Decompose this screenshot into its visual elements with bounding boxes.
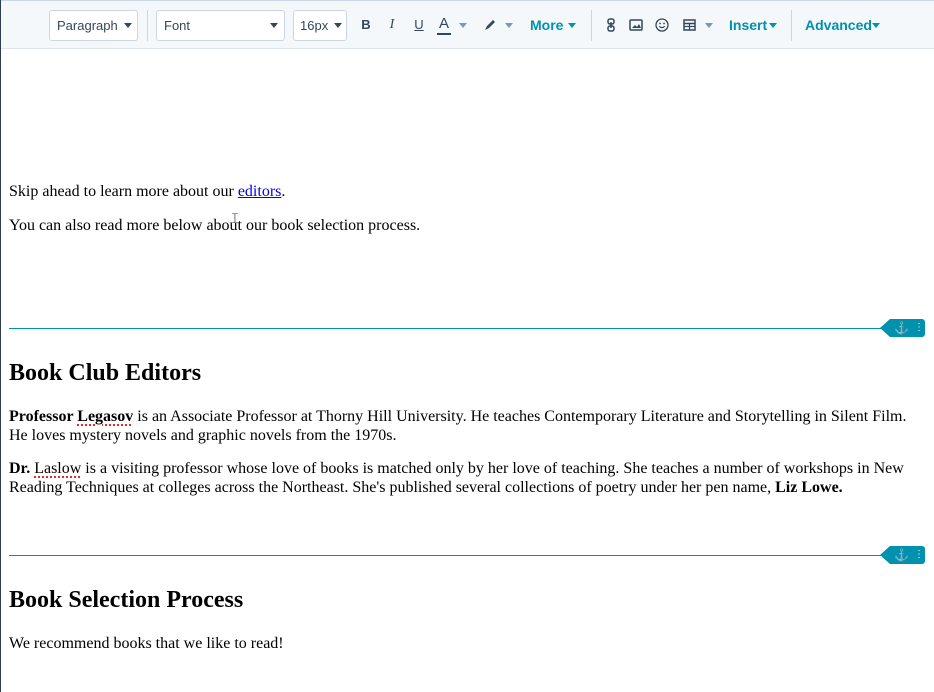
toolbar-divider <box>591 10 592 41</box>
professor-title: Professor <box>9 408 78 425</box>
skip-ahead-text: Skip ahead to learn more about our <box>9 183 238 200</box>
chevron-down-icon <box>124 23 132 28</box>
recommend-paragraph: We recommend books that we like to read! <box>9 635 284 652</box>
skip-ahead-paragraph: Skip ahead to learn more about our edito… <box>9 182 285 201</box>
advanced-menu-label: Advanced <box>805 17 872 33</box>
drag-handle-icon[interactable]: ⋮ <box>914 319 924 337</box>
more-menu-button[interactable]: More <box>530 14 580 36</box>
chevron-down-icon <box>505 23 513 28</box>
anchor-icon: ⚓ <box>894 548 909 562</box>
link-button[interactable] <box>604 14 618 36</box>
font-size-select-value: 16px <box>300 18 329 33</box>
text-color-button[interactable]: A <box>435 14 467 36</box>
toolbar-divider <box>147 10 148 41</box>
paragraph-select-value: Paragraph <box>57 18 118 33</box>
font-size-select[interactable]: 16px <box>293 10 347 41</box>
font-select-value: Font <box>164 18 191 33</box>
link-icon <box>607 18 615 32</box>
chevron-down-icon <box>872 23 880 28</box>
read-more-paragraph: You can also read more below about our b… <box>9 217 421 234</box>
highlight-pen-icon <box>485 20 495 30</box>
emoji-icon <box>655 18 669 32</box>
chevron-down-icon <box>270 23 278 28</box>
chevron-down-icon <box>334 23 342 28</box>
editor-toolbar: Paragraph Font 16px B I U A More Insert … <box>1 1 934 49</box>
editors-link[interactable]: editors <box>238 183 282 200</box>
chevron-down-icon <box>769 23 777 28</box>
anchor-divider <box>9 555 884 556</box>
frame-left-border <box>0 0 1 692</box>
underline-button[interactable]: U <box>412 14 426 36</box>
anchor-tag[interactable]: ⚓ ⋮ <box>880 546 925 564</box>
image-icon <box>629 19 643 31</box>
professor-name: Legasov <box>77 408 134 425</box>
insert-table-button[interactable] <box>681 14 715 36</box>
chevron-down-icon <box>705 23 713 28</box>
font-select[interactable]: Font <box>156 10 285 41</box>
doctor-name: Laslow <box>34 460 82 477</box>
paragraph-select[interactable]: Paragraph <box>49 10 138 41</box>
insert-menu-label: Insert <box>729 17 768 33</box>
editors-heading: Book Club Editors <box>9 360 202 386</box>
text-color-letter: A <box>437 14 451 35</box>
skip-ahead-suffix: . <box>281 183 286 200</box>
highlight-color-button[interactable] <box>481 14 515 36</box>
selection-heading: Book Selection Process <box>9 587 244 613</box>
chevron-down-icon <box>459 23 467 28</box>
doctor-paragraph: Dr. Laslow is a visiting professor whose… <box>9 459 921 497</box>
insert-image-button[interactable] <box>628 14 644 36</box>
anchor-icon: ⚓ <box>894 321 909 335</box>
insert-menu-button[interactable]: Insert <box>729 14 781 36</box>
doctor-bio: is a visiting professor whose love of bo… <box>9 460 904 496</box>
italic-button[interactable]: I <box>385 14 399 36</box>
drag-handle-icon[interactable]: ⋮ <box>914 546 924 564</box>
anchor-tag[interactable]: ⚓ ⋮ <box>880 319 925 337</box>
anchor-divider <box>9 328 884 329</box>
insert-emoji-button[interactable] <box>654 14 670 36</box>
chevron-down-icon <box>568 23 576 28</box>
pen-name: Liz Lowe. <box>775 479 843 496</box>
professor-bio: is an Associate Professor at Thorny Hill… <box>9 408 907 444</box>
advanced-menu-button[interactable]: Advanced <box>805 14 885 36</box>
toolbar-divider <box>791 10 792 41</box>
bold-button[interactable]: B <box>359 14 373 36</box>
more-menu-label: More <box>530 17 564 33</box>
text-cursor-icon: 𝙸 <box>230 211 240 227</box>
table-icon <box>683 19 696 31</box>
doctor-title: Dr. <box>9 460 35 477</box>
professor-paragraph: Professor Legasov is an Associate Profes… <box>9 407 921 445</box>
